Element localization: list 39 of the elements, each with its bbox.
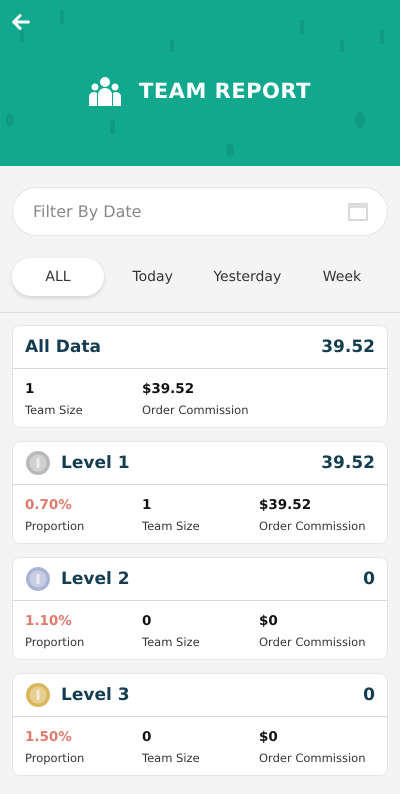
total-amount: 39.52 — [321, 337, 375, 357]
stat-label: Proportion — [25, 519, 86, 533]
stat-value: $39.52 — [142, 381, 196, 397]
total-amount: 0 — [363, 569, 375, 589]
date-filter-field[interactable]: Filter By Date — [12, 187, 388, 236]
stat-value: 0 — [142, 729, 152, 745]
team-icon — [89, 76, 122, 106]
stat-value: $0 — [259, 729, 279, 745]
stat-label: Proportion — [25, 635, 86, 649]
filter-tab[interactable]: Yesterday — [201, 258, 294, 296]
level-title: Level 1 — [61, 453, 130, 473]
stat-value: 1 — [142, 497, 152, 513]
stat-label: Order Commission — [259, 751, 367, 765]
filter-tab[interactable]: ALL — [12, 258, 104, 296]
level-title: Level 3 — [61, 685, 130, 705]
calendar-icon — [348, 201, 368, 221]
filter-tab[interactable]: Today — [106, 258, 199, 296]
back-arrow-icon[interactable] — [10, 11, 32, 33]
stat-label: Order Commission — [259, 635, 367, 649]
stat-value: $39.52 — [259, 497, 312, 513]
level-title: Level 2 — [61, 569, 130, 589]
proportion-value: 1.10% — [25, 613, 73, 629]
stat-value: 0 — [142, 613, 152, 629]
total-amount: 0 — [363, 685, 375, 705]
stat-label: Team Size — [25, 403, 84, 417]
stat-value: 1 — [25, 381, 36, 397]
stat-label: Team Size — [142, 635, 201, 649]
card-title: All Data — [25, 337, 101, 357]
stat-label: Team Size — [142, 751, 201, 765]
page-title: TEAM REPORT — [139, 79, 311, 103]
stat-label: Order Commission — [259, 519, 367, 533]
stat-label: Order Commission — [142, 403, 250, 417]
stat-value: $0 — [259, 613, 279, 629]
stat-label: Proportion — [25, 751, 86, 765]
stat-label: Team Size — [142, 519, 201, 533]
proportion-value: 0.70% — [25, 497, 73, 513]
filter-tab[interactable]: Week — [296, 258, 388, 296]
total-amount: 39.52 — [321, 453, 375, 473]
proportion-value: 1.50% — [25, 729, 73, 745]
